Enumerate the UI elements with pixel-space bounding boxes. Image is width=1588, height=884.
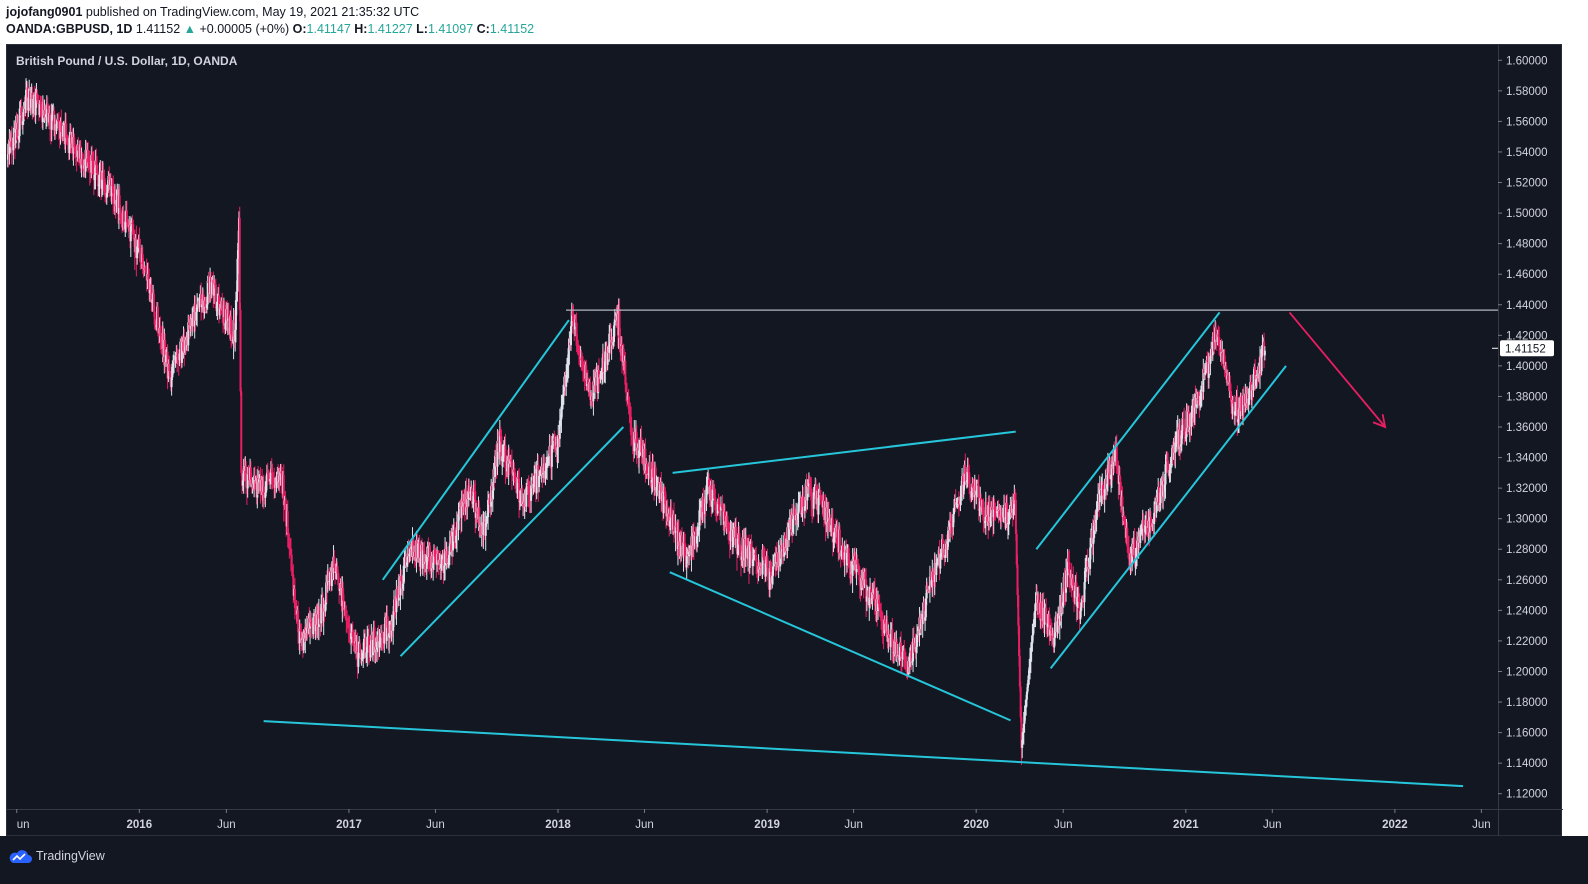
x-tick-label: Jun: [1054, 819, 1073, 831]
y-tick-label: 1.18000: [1506, 697, 1548, 709]
channel-2020-upper: [1035, 311, 1221, 550]
y-tick-label: 1.60000: [1506, 55, 1548, 67]
low-value: 1.41097: [427, 22, 474, 36]
high-value: 1.41227: [367, 22, 413, 36]
tradingview-cloud-icon: [9, 850, 32, 863]
x-tick-label: Jun: [844, 819, 863, 831]
x-tick-label: Jun: [217, 819, 236, 831]
change-value: +0.00005 (+0%): [199, 22, 290, 36]
y-tick-label: 1.44000: [1506, 300, 1548, 312]
last-price-label: 1.41152: [1505, 343, 1546, 355]
footer: TradingView: [0, 836, 1588, 884]
channel-2020-lower: [1049, 365, 1287, 670]
publish-text: published on TradingView.com, May 19, 20…: [85, 5, 420, 19]
ohlc-legend: OANDA:GBPUSD, 1D 1.41152 ▲ +0.00005 (+0%…: [6, 22, 534, 36]
author-name[interactable]: jojofang0901: [6, 5, 82, 19]
chart-frame[interactable]: 1.12000 1.14000 1.16000 1.18000 1.20000 1.220…: [6, 44, 1563, 837]
y-tick-label: 1.16000: [1506, 728, 1548, 740]
y-tick-label: 1.14000: [1506, 758, 1548, 770]
publish-info: jojofang0901 published on TradingView.co…: [6, 5, 419, 19]
x-tick-label: Jun: [635, 819, 654, 831]
x-tick-label: Jun: [1263, 819, 1282, 831]
x-tick-label: 2021: [1173, 819, 1199, 831]
y-tick-label: 1.56000: [1506, 116, 1548, 128]
x-tick-label: Jun: [426, 819, 445, 831]
close-value: 1.41152: [489, 22, 535, 36]
x-tick-label: 2018: [545, 819, 571, 831]
y-tick-label: 1.32000: [1506, 483, 1548, 495]
y-tick-label: 1.20000: [1506, 666, 1548, 678]
channel-2017-upper: [381, 319, 570, 581]
x-tick-label: Jun: [1472, 819, 1491, 831]
high-label: H:: [354, 22, 368, 36]
candle-body: [238, 217, 241, 310]
close-label: C:: [476, 22, 490, 36]
y-tick-label: 1.36000: [1506, 422, 1548, 434]
candle-body: [240, 391, 243, 473]
x-tick-label: 2019: [754, 819, 780, 831]
x-tick-label: 2017: [336, 819, 362, 831]
y-tick-label: 1.12000: [1506, 789, 1548, 801]
chart-header: jojofang0901 published on TradingView.co…: [0, 0, 1588, 44]
y-tick-label: 1.26000: [1506, 575, 1548, 587]
low-label: L:: [416, 22, 428, 36]
x-tick-label: 2022: [1382, 819, 1408, 831]
y-tick-label: 1.38000: [1506, 391, 1548, 403]
long-term-support: [263, 720, 1464, 788]
tradingview-brand[interactable]: TradingView: [8, 848, 105, 864]
x-tick-label: 2016: [127, 819, 153, 831]
y-tick-label: 1.58000: [1506, 86, 1548, 98]
brand-label: TradingView: [36, 849, 105, 863]
last-price: 1.41152: [135, 22, 181, 36]
y-tick-label: 1.52000: [1506, 178, 1548, 190]
candle-body: [1263, 350, 1266, 356]
y-tick-label: 1.50000: [1506, 208, 1548, 220]
price-chart[interactable]: 1.12000 1.14000 1.16000 1.18000 1.20000 1.220…: [7, 45, 1563, 837]
projection-arrow: [1288, 311, 1386, 428]
y-tick-label: 1.30000: [1506, 514, 1548, 526]
y-tick-label: 1.54000: [1506, 147, 1548, 159]
open-label: O:: [292, 22, 307, 36]
y-tick-label: 1.24000: [1506, 605, 1548, 617]
candle-body: [1014, 500, 1017, 534]
candle-body: [239, 309, 242, 392]
open-value: 1.41147: [306, 22, 351, 36]
x-tick-label: 2020: [963, 819, 989, 831]
y-tick-label: 1.48000: [1506, 239, 1548, 251]
change-arrow-icon: ▲: [183, 22, 197, 36]
y-tick-label: 1.40000: [1506, 361, 1548, 373]
y-tick-label: 1.28000: [1506, 544, 1548, 556]
x-tick-label: un: [17, 819, 30, 831]
wedge-lower: [669, 571, 1011, 722]
y-tick-label: 1.22000: [1506, 636, 1548, 648]
y-tick-label: 1.34000: [1506, 453, 1548, 465]
chart-title: British Pound / U.S. Dollar, 1D, OANDA: [16, 54, 238, 68]
symbol-label: OANDA:GBPUSD, 1D: [6, 22, 133, 36]
y-tick-label: 1.46000: [1506, 269, 1548, 281]
